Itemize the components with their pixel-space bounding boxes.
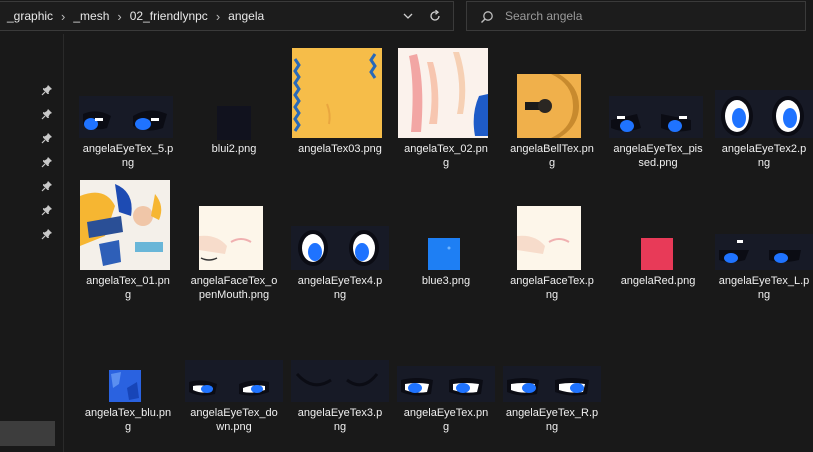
pin-icon[interactable] — [41, 228, 53, 240]
file-name: angelaEyeTex_do wn.png — [190, 407, 278, 433]
file-item[interactable]: angelaEyeTex3.p ng — [287, 308, 393, 433]
file-thumbnail — [287, 176, 393, 274]
file-item[interactable]: angelaEyeTex.pn g — [393, 308, 499, 433]
file-item[interactable]: angelaTex_02.pn g — [393, 44, 499, 169]
file-thumbnail — [287, 44, 393, 142]
file-thumbnail — [711, 44, 813, 142]
search-icon — [481, 11, 493, 23]
file-thumbnail — [287, 308, 393, 406]
file-name: angelaEyeTex_pis sed.png — [613, 143, 703, 169]
file-thumbnail — [393, 308, 499, 406]
file-thumbnail — [499, 176, 605, 274]
file-name: blui2.png — [211, 143, 257, 155]
search-input[interactable] — [505, 7, 795, 25]
pin-icon[interactable] — [41, 180, 53, 192]
file-thumbnail — [181, 308, 287, 406]
pin-icon[interactable] — [41, 204, 53, 216]
breadcrumb-separator-icon[interactable]: › — [61, 9, 65, 24]
file-item[interactable]: angelaEyeTex_R.p ng — [499, 308, 605, 433]
address-bar[interactable]: _graphic › _mesh › 02_friendlynpc › ange… — [0, 1, 454, 31]
file-thumbnail — [75, 308, 181, 406]
file-name: angelaEyeTex2.p ng — [721, 143, 807, 169]
file-thumbnail — [605, 44, 711, 142]
navigation-pane[interactable] — [0, 34, 63, 452]
file-name: angelaTex03.png — [298, 143, 382, 155]
file-thumbnail — [393, 44, 499, 142]
pin-icon[interactable] — [41, 108, 53, 120]
pin-icon[interactable] — [41, 84, 53, 96]
pane-divider[interactable] — [63, 34, 64, 452]
file-item[interactable]: angelaFaceTex.p ng — [499, 176, 605, 301]
pin-icon[interactable] — [41, 132, 53, 144]
pin-icon[interactable] — [41, 156, 53, 168]
file-thumbnail — [393, 176, 499, 274]
file-item[interactable]: angelaRed.png — [605, 176, 711, 296]
file-item[interactable]: angelaEyeTex_do wn.png — [181, 308, 287, 433]
chevron-down-icon[interactable] — [401, 9, 415, 23]
file-thumbnail — [75, 176, 181, 274]
file-name: angelaEyeTex3.p ng — [297, 407, 383, 433]
file-name: blue3.png — [421, 275, 471, 287]
file-thumbnail — [605, 176, 711, 274]
nav-selected-item[interactable] — [0, 421, 55, 446]
file-thumbnail — [499, 44, 605, 142]
file-name: angelaFaceTex_o penMouth.png — [190, 275, 278, 301]
file-item[interactable]: angelaTex_blu.pn g — [75, 308, 181, 433]
breadcrumb-friendlynpc[interactable]: 02_friendlynpc — [130, 9, 208, 23]
file-item[interactable]: angelaEyeTex4.p ng — [287, 176, 393, 301]
file-thumbnail — [499, 308, 605, 406]
file-name: angelaEyeTex_L.p ng — [718, 275, 810, 301]
file-name: angelaEyeTex_R.p ng — [505, 407, 599, 433]
file-item[interactable]: angelaTex_01.pn g — [75, 176, 181, 301]
breadcrumb-mesh[interactable]: _mesh — [73, 9, 109, 23]
file-thumbnail — [181, 44, 287, 142]
file-name: angelaBellTex.pn g — [510, 143, 594, 169]
file-name: angelaFaceTex.p ng — [510, 275, 594, 301]
file-thumbnail — [181, 176, 287, 274]
breadcrumb-separator-icon[interactable]: › — [216, 9, 220, 24]
file-thumbnail — [711, 176, 813, 274]
file-name: angelaEyeTex_5.p ng — [82, 143, 174, 169]
file-name: angelaTex_02.pn g — [404, 143, 488, 169]
file-item[interactable]: angelaEyeTex_5.p ng — [75, 44, 181, 169]
breadcrumb-angela[interactable]: angela — [228, 9, 264, 23]
file-item[interactable]: angelaEyeTex2.p ng — [711, 44, 813, 169]
file-item[interactable]: angelaEyeTex_L.p ng — [711, 176, 813, 301]
breadcrumb: _graphic › _mesh › 02_friendlynpc › ange… — [7, 2, 264, 30]
breadcrumb-graphic[interactable]: _graphic — [7, 9, 53, 23]
file-item[interactable]: angelaEyeTex_pis sed.png — [605, 44, 711, 169]
file-item[interactable]: angelaBellTex.pn g — [499, 44, 605, 169]
file-item[interactable]: blui2.png — [181, 44, 287, 164]
refresh-icon[interactable] — [427, 8, 443, 24]
top-bar: _graphic › _mesh › 02_friendlynpc › ange… — [0, 0, 813, 34]
file-item[interactable]: angelaTex03.png — [287, 44, 393, 164]
file-name: angelaEyeTex4.p ng — [297, 275, 383, 301]
file-item[interactable]: blue3.png — [393, 176, 499, 296]
file-name: angelaTex_blu.pn g — [84, 407, 172, 433]
file-name: angelaRed.png — [620, 275, 696, 287]
file-item[interactable]: angelaFaceTex_o penMouth.png — [181, 176, 287, 301]
breadcrumb-separator-icon[interactable]: › — [117, 9, 121, 24]
file-name: angelaTex_01.pn g — [86, 275, 170, 301]
file-thumbnail — [75, 44, 181, 142]
file-name: angelaEyeTex.pn g — [403, 407, 489, 433]
search-box[interactable] — [466, 1, 806, 31]
